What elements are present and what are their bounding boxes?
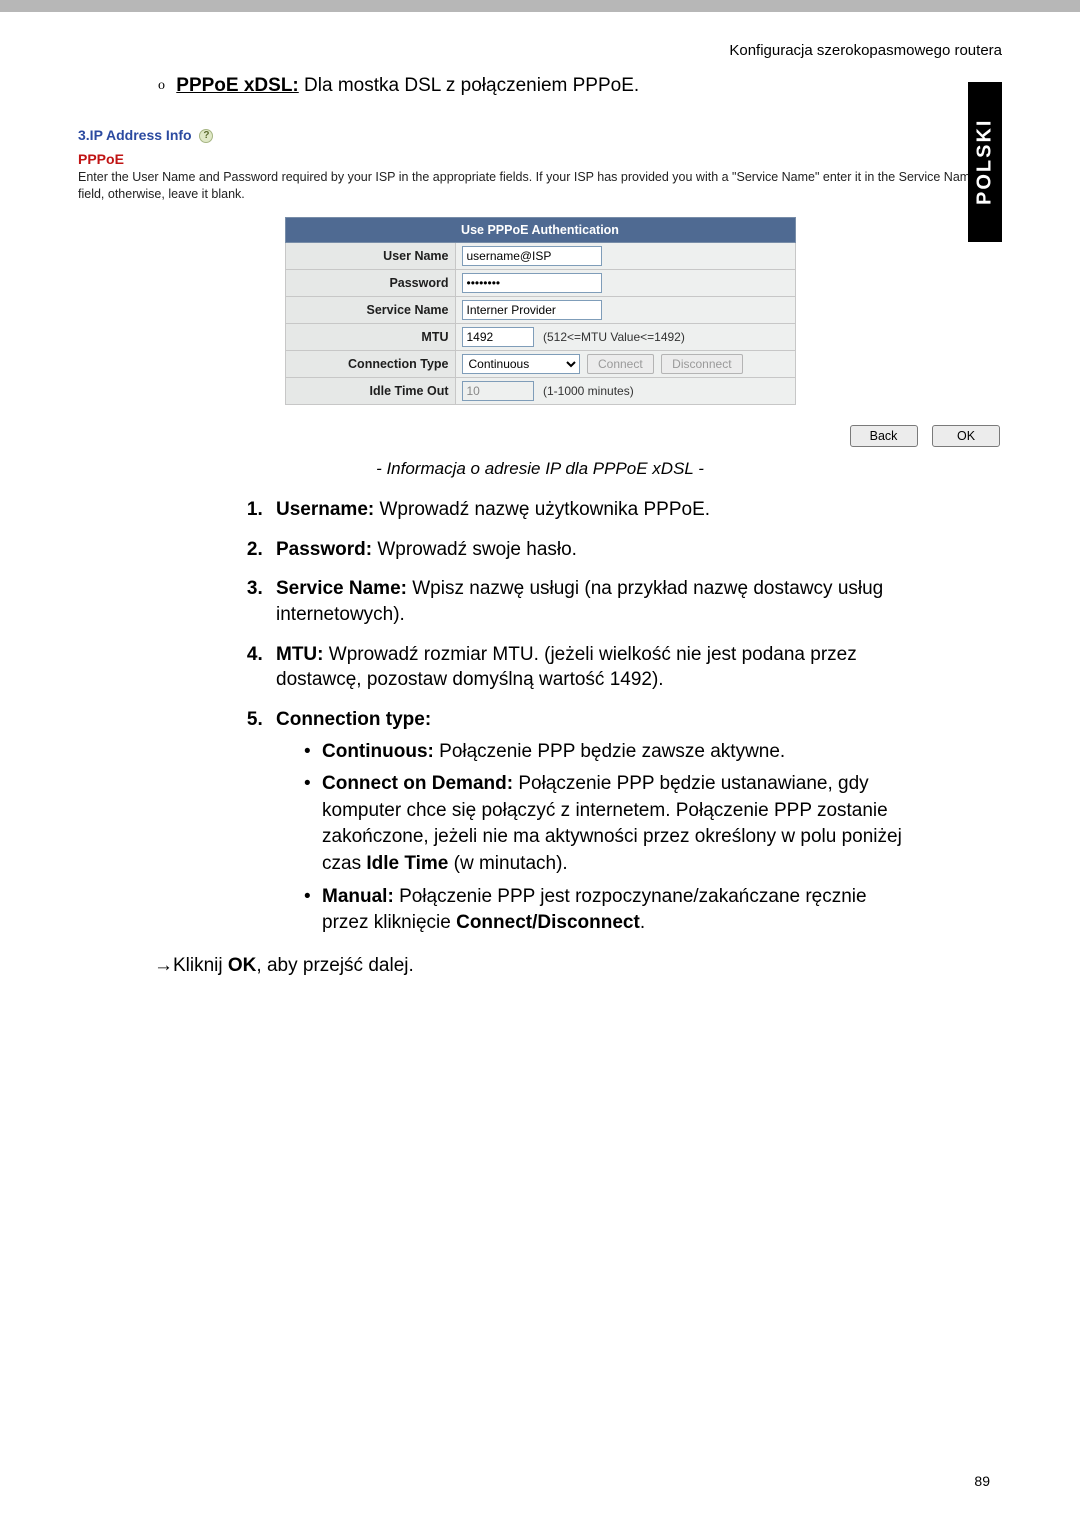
intro-text: Dla mostka DSL z połączeniem PPPoE. <box>304 75 639 96</box>
sub-text: Połączenie PPP będzie zawsze aktywne. <box>439 741 785 762</box>
mtu-field[interactable] <box>462 327 534 347</box>
final-post: , aby przejść dalej. <box>256 955 413 976</box>
idle-field <box>462 381 534 401</box>
disconnect-button[interactable]: Disconnect <box>661 354 742 374</box>
page-number: 89 <box>974 1473 990 1489</box>
service-name-label: Service Name <box>285 297 455 324</box>
list-item: Connection type: Continuous: Połączenie … <box>268 707 902 937</box>
step-text: Wprowadź rozmiar MTU. (jeżeli wielkość n… <box>276 644 857 691</box>
pppoe-title: PPPoE <box>78 151 1002 167</box>
running-header: Konfiguracja szerokopasmowego routera <box>78 42 1002 59</box>
table-row: User Name <box>285 243 795 270</box>
sub-text: (w minutach). <box>448 853 567 874</box>
final-instruction: →Kliknij OK, aby przejść dalej. <box>154 955 1002 977</box>
step-term: Service Name: <box>276 578 407 599</box>
sub-text: . <box>640 912 645 933</box>
sub-term-inline: Idle Time <box>366 853 448 874</box>
page: Konfiguracja szerokopasmowego routera PO… <box>0 0 1080 1529</box>
table-row: Idle Time Out (1-1000 minutes) <box>285 378 795 405</box>
arrow-icon: → <box>154 955 173 976</box>
figure-caption: - Informacja o adresie IP dla PPPoE xDSL… <box>78 459 1002 479</box>
final-pre: Kliknij <box>173 955 228 976</box>
password-field[interactable] <box>462 273 602 293</box>
step-text: Wprowadź nazwę użytkownika PPPoE. <box>380 499 711 520</box>
password-label: Password <box>285 270 455 297</box>
idle-label: Idle Time Out <box>285 378 455 405</box>
screenshot-button-row: Back OK <box>78 425 1002 447</box>
list-item: Connect on Demand: Połączenie PPP będzie… <box>304 771 902 877</box>
user-name-field[interactable] <box>462 246 602 266</box>
sub-list: Continuous: Połączenie PPP będzie zawsze… <box>304 739 902 937</box>
mtu-label: MTU <box>285 324 455 351</box>
list-item: Username: Wprowadź nazwę użytkownika PPP… <box>268 497 902 523</box>
intro-title: PPPoE xDSL: <box>176 75 298 96</box>
table-header: Use PPPoE Authentication <box>285 218 795 243</box>
pppoe-desc: Enter the User Name and Password require… <box>78 169 1002 203</box>
language-tab: POLSKI <box>968 82 1002 242</box>
conn-type-label: Connection Type <box>285 351 455 378</box>
sub-term-inline: Connect/Disconnect <box>456 912 640 933</box>
mtu-hint: (512<=MTU Value<=1492) <box>543 330 685 344</box>
sub-term: Continuous: <box>322 741 434 762</box>
step-term: MTU: <box>276 644 323 665</box>
step-heading-text: 3.IP Address Info <box>78 127 192 143</box>
step-text: Wprowadź swoje hasło. <box>377 539 577 560</box>
back-button[interactable]: Back <box>850 425 918 447</box>
numbered-steps: Username: Wprowadź nazwę użytkownika PPP… <box>268 497 1002 937</box>
help-icon[interactable]: ? <box>199 129 213 143</box>
step-heading: 3.IP Address Info ? <box>78 127 1002 143</box>
list-item: MTU: Wprowadź rozmiar MTU. (jeżeli wielk… <box>268 642 902 693</box>
idle-hint: (1-1000 minutes) <box>543 384 634 398</box>
sub-term: Connect on Demand: <box>322 773 513 794</box>
bullet-marker: o <box>158 78 165 93</box>
table-row: Password <box>285 270 795 297</box>
final-bold: OK <box>228 955 257 976</box>
ok-button[interactable]: OK <box>932 425 1000 447</box>
list-item: Password: Wprowadź swoje hasło. <box>268 537 902 563</box>
service-name-field[interactable] <box>462 300 602 320</box>
step-term: Password: <box>276 539 372 560</box>
connect-button[interactable]: Connect <box>587 354 654 374</box>
table-row: MTU (512<=MTU Value<=1492) <box>285 324 795 351</box>
sub-term: Manual: <box>322 886 394 907</box>
step-term: Username: <box>276 499 374 520</box>
list-item: Manual: Połączenie PPP jest rozpoczynane… <box>304 884 902 937</box>
list-item: Continuous: Połączenie PPP będzie zawsze… <box>304 739 902 766</box>
conn-type-select[interactable]: Continuous <box>462 354 580 374</box>
screenshot-block: 3.IP Address Info ? PPPoE Enter the User… <box>78 127 1002 447</box>
table-row: Service Name <box>285 297 795 324</box>
user-name-label: User Name <box>285 243 455 270</box>
step-term: Connection type: <box>276 709 431 730</box>
table-row: Connection Type Continuous Connect Disco… <box>285 351 795 378</box>
pppoe-form-table: Use PPPoE Authentication User Name Passw… <box>285 217 796 405</box>
list-item: Service Name: Wpisz nazwę usługi (na prz… <box>268 576 902 627</box>
intro-line: o PPPoE xDSL: Dla mostka DSL z połączeni… <box>158 75 1002 97</box>
